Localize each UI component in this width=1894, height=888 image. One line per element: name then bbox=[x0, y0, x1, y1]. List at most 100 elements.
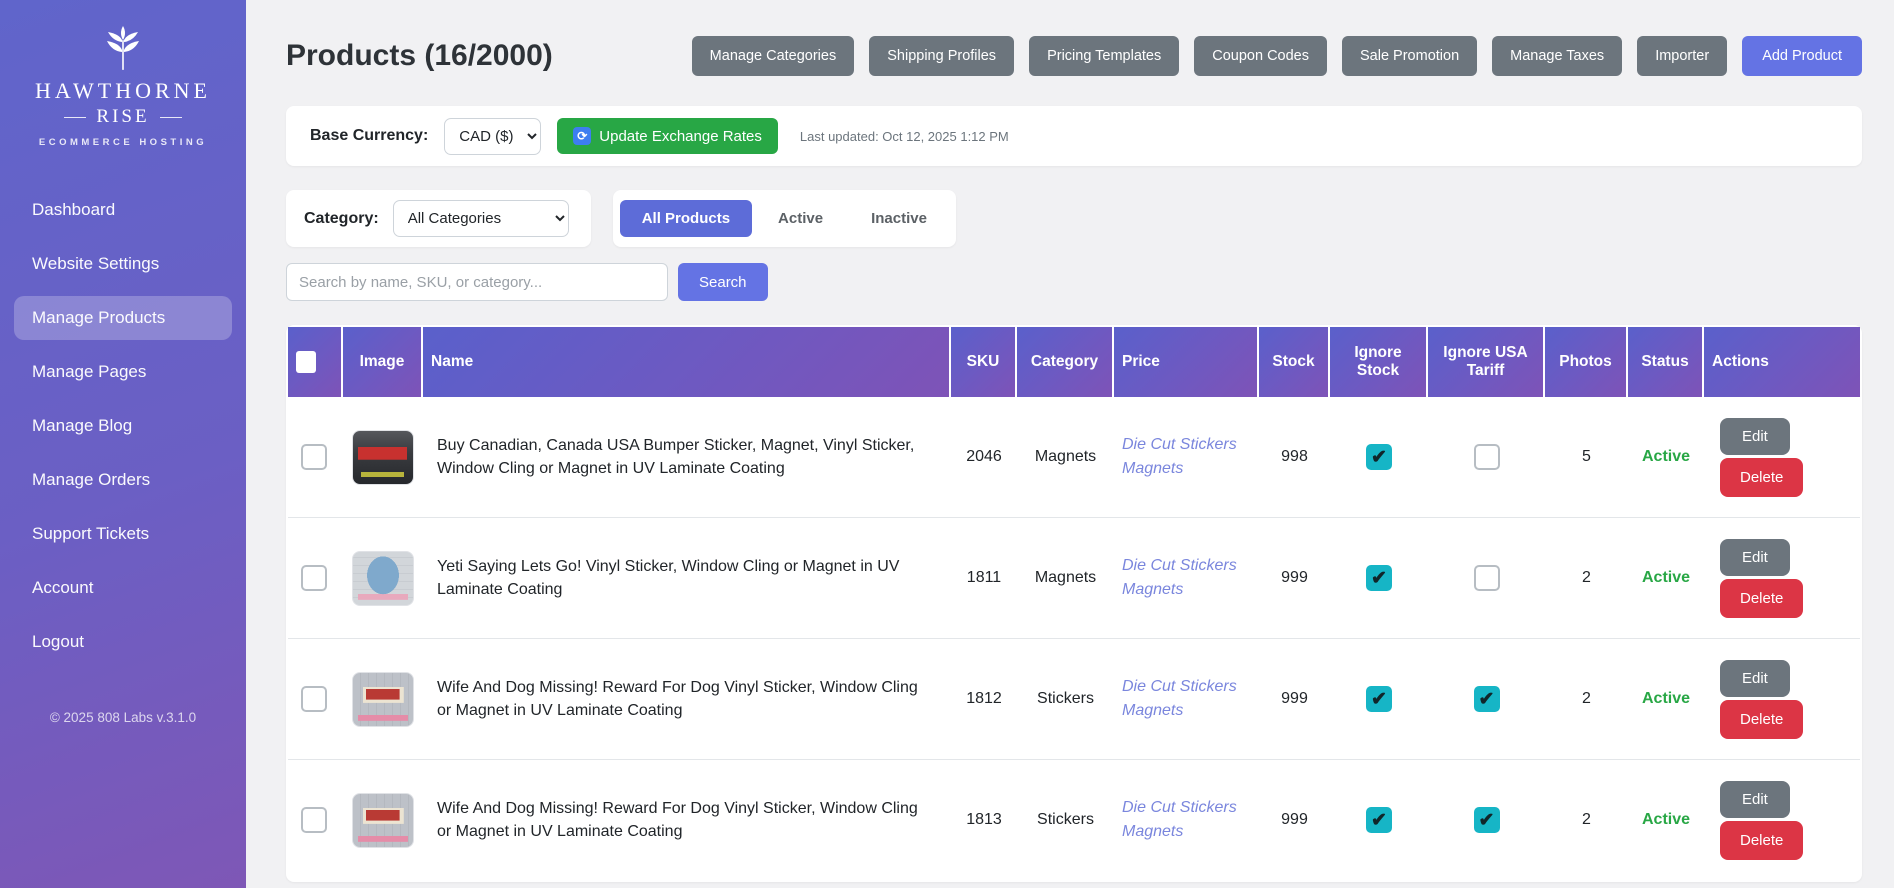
price-template-link[interactable]: Die Cut Stickers Magnets bbox=[1122, 675, 1251, 723]
sidebar-item-manage-blog[interactable]: Manage Blog bbox=[0, 404, 246, 448]
product-photos-count: 2 bbox=[1582, 569, 1591, 586]
tab-all-products[interactable]: All Products bbox=[619, 200, 753, 237]
filter-row: Category: All Categories All Products Ac… bbox=[286, 190, 1862, 247]
status-badge: Active bbox=[1641, 690, 1691, 707]
ignore-stock-checkbox[interactable] bbox=[1366, 444, 1392, 470]
table-row: Wife And Dog Missing! Reward For Dog Vin… bbox=[288, 760, 1860, 880]
product-sku: 1813 bbox=[966, 811, 1002, 828]
column-header-ignore-stock: Ignore Stock bbox=[1330, 327, 1428, 397]
pricing-templates-button[interactable]: Pricing Templates bbox=[1029, 36, 1180, 76]
price-template-link[interactable]: Die Cut Stickers Magnets bbox=[1122, 433, 1251, 481]
sidebar-item-support-tickets[interactable]: Support Tickets bbox=[0, 512, 246, 556]
base-currency-select[interactable]: CAD ($) bbox=[444, 117, 542, 155]
importer-button[interactable]: Importer bbox=[1637, 36, 1728, 76]
refresh-icon: ⟳ bbox=[573, 127, 592, 145]
last-updated-text: Last updated: Oct 12, 2025 1:12 PM bbox=[799, 128, 1009, 144]
table-row: Yeti Saying Lets Go! Vinyl Sticker, Wind… bbox=[288, 518, 1860, 639]
sidebar-copyright: © 2025 808 Labs v.3.1.0 bbox=[49, 710, 197, 725]
product-thumbnail bbox=[352, 429, 414, 485]
column-header-name: Name bbox=[423, 327, 951, 397]
search-button[interactable]: Search bbox=[678, 263, 768, 301]
update-exchange-rates-button[interactable]: ⟳ Update Exchange Rates bbox=[557, 118, 778, 154]
category-label: Category: bbox=[304, 209, 379, 227]
sidebar-item-manage-pages[interactable]: Manage Pages bbox=[0, 350, 246, 394]
search-row: Search bbox=[286, 263, 1862, 301]
delete-button[interactable]: Delete bbox=[1720, 699, 1804, 739]
logo: HAWTHORNE RISE ECOMMERCE HOSTING bbox=[0, 0, 246, 148]
main-content: Products (16/2000) Manage Categories Shi… bbox=[246, 0, 1894, 888]
product-sku: 1811 bbox=[966, 569, 1002, 586]
column-header-status: Status bbox=[1628, 327, 1704, 397]
tab-active[interactable]: Active bbox=[756, 200, 845, 237]
row-checkbox[interactable] bbox=[301, 686, 327, 712]
select-all-checkbox[interactable] bbox=[296, 351, 316, 373]
sale-promotion-button[interactable]: Sale Promotion bbox=[1342, 36, 1478, 76]
product-stock: 999 bbox=[1281, 690, 1308, 707]
delete-button[interactable]: Delete bbox=[1720, 578, 1804, 618]
product-stock: 999 bbox=[1281, 811, 1308, 828]
product-category: Stickers bbox=[1037, 811, 1094, 828]
category-select[interactable]: All Categories bbox=[392, 200, 569, 237]
product-stock: 999 bbox=[1281, 569, 1308, 586]
header-buttons: Manage Categories Shipping Profiles Pric… bbox=[691, 36, 1862, 76]
logo-subtitle: RISE bbox=[0, 106, 246, 128]
sidebar-item-manage-products[interactable]: Manage Products bbox=[14, 296, 232, 340]
table-header: Image Name SKU Category Price Stock Igno… bbox=[288, 327, 1860, 397]
sidebar-nav: Dashboard Website Settings Manage Produc… bbox=[0, 188, 246, 674]
leaf-logo-icon bbox=[107, 26, 139, 70]
product-photos-count: 2 bbox=[1582, 690, 1591, 707]
product-name: Wife And Dog Missing! Reward For Dog Vin… bbox=[437, 799, 918, 840]
table-row: Wife And Dog Missing! Reward For Dog Vin… bbox=[288, 639, 1860, 760]
delete-button[interactable]: Delete bbox=[1720, 457, 1804, 497]
ignore-usa-tariff-checkbox[interactable] bbox=[1473, 565, 1500, 591]
edit-button[interactable]: Edit bbox=[1720, 659, 1790, 697]
sidebar-item-dashboard[interactable]: Dashboard bbox=[0, 188, 246, 232]
status-tabs: All Products Active Inactive bbox=[612, 190, 956, 247]
sidebar-item-logout[interactable]: Logout bbox=[0, 620, 246, 664]
row-checkbox[interactable] bbox=[301, 807, 327, 833]
product-photos-count: 2 bbox=[1582, 811, 1591, 828]
search-input[interactable] bbox=[286, 263, 668, 301]
sidebar: HAWTHORNE RISE ECOMMERCE HOSTING Dashboa… bbox=[0, 0, 246, 888]
column-header-ignore-usa-tariff: Ignore USA Tariff bbox=[1428, 327, 1545, 397]
ignore-stock-checkbox[interactable] bbox=[1366, 807, 1392, 833]
row-checkbox[interactable] bbox=[301, 444, 327, 470]
sidebar-item-manage-orders[interactable]: Manage Orders bbox=[0, 458, 246, 502]
category-filter: Category: All Categories bbox=[286, 190, 591, 247]
ignore-usa-tariff-checkbox[interactable] bbox=[1473, 686, 1500, 712]
column-header-photos: Photos bbox=[1545, 327, 1628, 397]
price-template-link[interactable]: Die Cut Stickers Magnets bbox=[1122, 796, 1251, 844]
products-table: Image Name SKU Category Price Stock Igno… bbox=[286, 325, 1862, 882]
product-category: Magnets bbox=[1034, 569, 1097, 586]
sidebar-item-account[interactable]: Account bbox=[0, 566, 246, 610]
manage-taxes-button[interactable]: Manage Taxes bbox=[1492, 36, 1623, 76]
edit-button[interactable]: Edit bbox=[1720, 780, 1790, 818]
product-name: Wife And Dog Missing! Reward For Dog Vin… bbox=[437, 678, 918, 719]
column-header-actions: Actions bbox=[1704, 327, 1860, 397]
ignore-usa-tariff-checkbox[interactable] bbox=[1473, 444, 1500, 470]
ignore-stock-checkbox[interactable] bbox=[1366, 565, 1392, 591]
ignore-stock-checkbox[interactable] bbox=[1366, 686, 1392, 712]
coupon-codes-button[interactable]: Coupon Codes bbox=[1194, 36, 1327, 76]
table-row: Buy Canadian, Canada USA Bumper Sticker,… bbox=[288, 397, 1860, 518]
shipping-profiles-button[interactable]: Shipping Profiles bbox=[869, 36, 1015, 76]
product-category: Stickers bbox=[1037, 690, 1094, 707]
row-checkbox[interactable] bbox=[301, 565, 327, 591]
price-template-link[interactable]: Die Cut Stickers Magnets bbox=[1122, 554, 1251, 602]
manage-categories-button[interactable]: Manage Categories bbox=[691, 36, 855, 76]
edit-button[interactable]: Edit bbox=[1720, 538, 1790, 576]
product-name: Buy Canadian, Canada USA Bumper Sticker,… bbox=[437, 436, 915, 477]
add-product-button[interactable]: Add Product bbox=[1742, 36, 1862, 76]
delete-button[interactable]: Delete bbox=[1720, 820, 1804, 860]
base-currency-label: Base Currency: bbox=[310, 127, 429, 144]
ignore-usa-tariff-checkbox[interactable] bbox=[1473, 807, 1500, 833]
product-stock: 998 bbox=[1281, 448, 1308, 465]
tab-inactive[interactable]: Inactive bbox=[849, 200, 949, 237]
column-header-price: Price bbox=[1114, 327, 1259, 397]
status-badge: Active bbox=[1641, 448, 1691, 465]
status-badge: Active bbox=[1641, 811, 1691, 828]
sidebar-item-website-settings[interactable]: Website Settings bbox=[0, 242, 246, 286]
edit-button[interactable]: Edit bbox=[1720, 417, 1790, 455]
product-category: Magnets bbox=[1034, 448, 1097, 465]
product-thumbnail bbox=[352, 671, 414, 727]
